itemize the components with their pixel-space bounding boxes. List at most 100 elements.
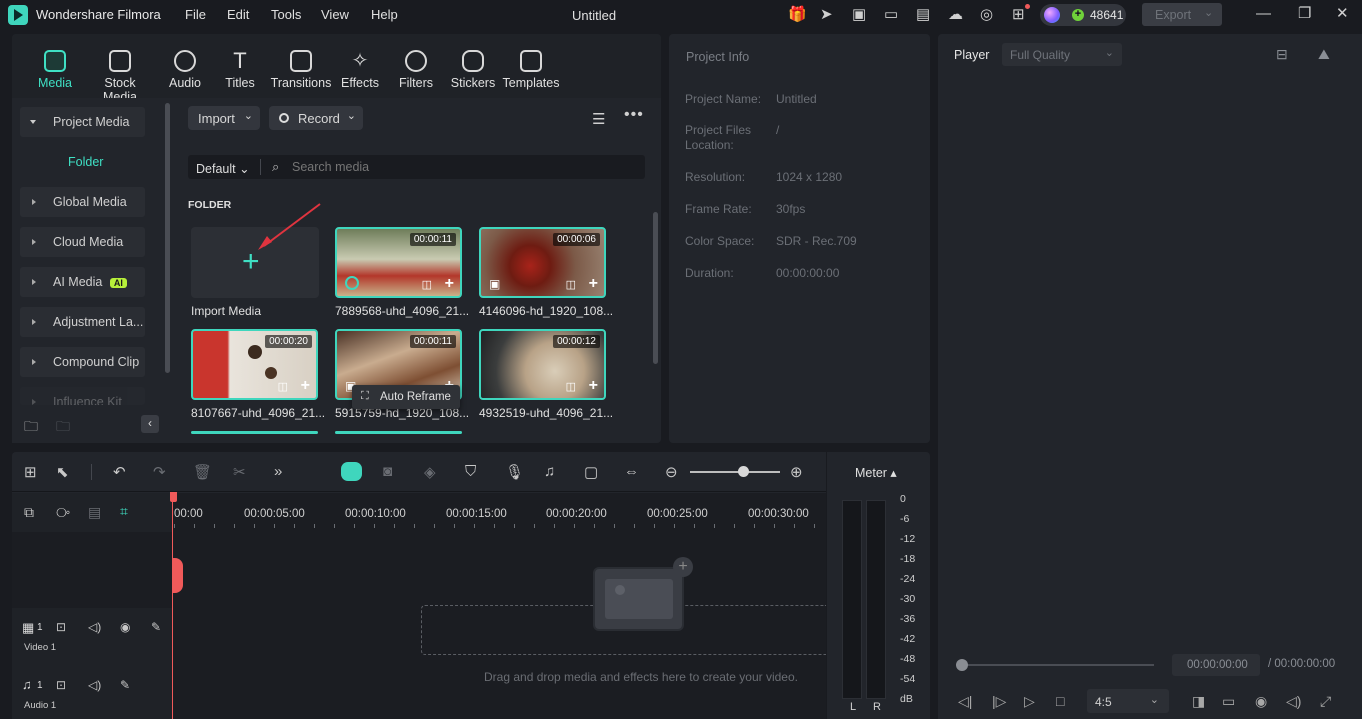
tab-transitions[interactable]: Transitions	[269, 50, 333, 90]
snapshot-icon[interactable]: ◉	[1255, 693, 1267, 710]
layout-icon[interactable]: ▭	[884, 7, 898, 23]
shield-icon[interactable]: ⛉	[465, 463, 476, 480]
add-to-timeline-icon[interactable]: +	[445, 276, 454, 292]
select-tool-icon[interactable]: ⬉	[56, 463, 69, 481]
folder-move-icon[interactable]: 🗀	[56, 416, 70, 440]
player-progress-handle[interactable]	[956, 659, 968, 671]
import-button[interactable]: Import ⌄	[188, 106, 260, 130]
restore-icon[interactable]: ❐	[1298, 6, 1311, 22]
playhead-grip[interactable]	[172, 558, 183, 593]
gift-icon[interactable]: 🎁	[788, 7, 807, 23]
cloud-upload-icon[interactable]: ☁	[948, 7, 963, 23]
zoom-slider-handle[interactable]	[738, 466, 749, 477]
undo-icon[interactable]: ↶	[113, 463, 126, 481]
media-thumbnail[interactable]: 00:00:12 ◫ +	[479, 329, 606, 400]
display-icon[interactable]: ▭	[1222, 693, 1235, 710]
menu-tools[interactable]: Tools	[271, 7, 301, 22]
tab-stickers[interactable]: Stickers	[441, 50, 505, 90]
next-frame-icon[interactable]: |▷	[992, 693, 1006, 710]
menu-view[interactable]: View	[321, 7, 349, 22]
save-icon[interactable]: ▤	[916, 7, 930, 23]
menu-edit[interactable]: Edit	[227, 7, 249, 22]
microphone-icon[interactable]: 🎙	[505, 463, 524, 481]
ai-camera-icon[interactable]: ◙	[383, 463, 392, 480]
aspect-ratio-dropdown[interactable]: 4:5 ⌄	[1087, 689, 1169, 713]
zoom-out-icon[interactable]: ⊖	[665, 463, 678, 481]
image-preview-icon[interactable]: ⛰	[1318, 46, 1330, 63]
sort-dropdown[interactable]: Default ⌄	[196, 161, 250, 176]
playhead-line[interactable]	[172, 493, 173, 719]
menu-help[interactable]: Help	[371, 7, 398, 22]
credits-pill[interactable]: + 48641	[1040, 4, 1126, 26]
magic-icon[interactable]: ✎	[120, 678, 130, 692]
previous-frame-icon[interactable]: ◁|	[958, 693, 972, 710]
quality-dropdown[interactable]: Full Quality ⌄	[1002, 43, 1122, 66]
sidebar-item-ai-media[interactable]: AI Media AI	[20, 267, 145, 297]
sidebar-item-project-media[interactable]: Project Media	[20, 107, 145, 137]
add-track-icon[interactable]: ⧉	[24, 504, 34, 521]
search-input[interactable]	[292, 157, 632, 177]
layout-grid-icon[interactable]: ⊞	[24, 463, 37, 481]
sidebar-item-global-media[interactable]: Global Media	[20, 187, 145, 217]
redo-icon[interactable]: ↷	[153, 463, 166, 481]
close-icon[interactable]: ✕	[1336, 6, 1349, 22]
add-to-timeline-icon[interactable]: +	[589, 276, 598, 292]
lock-icon[interactable]: ⊡	[56, 620, 66, 634]
add-to-timeline-icon[interactable]: +	[589, 378, 598, 394]
media-thumbnail[interactable]: 00:00:11 ◫ +	[335, 227, 462, 298]
mute-icon[interactable]: ◁)	[88, 678, 101, 692]
stop-icon[interactable]: □	[1056, 693, 1064, 709]
sidebar-item-influence-kit[interactable]: Influence Kit	[20, 387, 145, 405]
more-options-icon[interactable]: •••	[624, 106, 644, 124]
sidebar-item-folder[interactable]: Folder	[68, 155, 103, 169]
player-progress-track[interactable]	[962, 664, 1154, 666]
marker-icon[interactable]: ◨	[1192, 693, 1205, 710]
template-icon[interactable]: ▣	[852, 7, 866, 23]
sidebar-item-compound-clip[interactable]: Compound Clip	[20, 347, 145, 377]
current-time-field[interactable]: 00:00:00:00	[1172, 654, 1260, 676]
playhead-marker[interactable]	[170, 492, 177, 502]
add-to-timeline-icon[interactable]: +	[301, 378, 310, 394]
music-edit-icon[interactable]: ♫	[544, 463, 555, 480]
zoom-slider-track[interactable]	[690, 471, 780, 473]
grid-layout-icon[interactable]: ⊟	[1276, 46, 1288, 63]
tab-filters[interactable]: Filters	[384, 50, 448, 90]
record-button[interactable]: Record ⌄	[269, 106, 363, 130]
sidebar-item-cloud-media[interactable]: Cloud Media	[20, 227, 145, 257]
apps-icon[interactable]: ⊞	[1012, 7, 1025, 23]
auto-play-icon[interactable]: ◈	[424, 463, 436, 481]
cut-icon[interactable]: ✂	[233, 463, 246, 481]
send-icon[interactable]: ➤	[820, 7, 833, 23]
magic-icon[interactable]: ✎	[151, 620, 161, 634]
sidebar-scrollbar[interactable]	[165, 103, 170, 373]
minimize-icon[interactable]: —	[1256, 6, 1271, 22]
sidebar-item-adjustment-layer[interactable]: Adjustment La...	[20, 307, 145, 337]
screen-record-icon[interactable]: ▢	[584, 463, 598, 481]
filter-list-icon[interactable]: ☰	[592, 110, 605, 128]
media-thumbnail[interactable]: 00:00:06 ▣ ◫ +	[479, 227, 606, 298]
fullscreen-icon[interactable]: ⤢	[1320, 693, 1331, 710]
mute-icon[interactable]: ◁)	[88, 620, 101, 634]
menu-file[interactable]: File	[185, 7, 206, 22]
tab-media[interactable]: Media	[23, 50, 87, 90]
zoom-in-icon[interactable]: ⊕	[790, 463, 803, 481]
track-settings-icon[interactable]: ▤	[88, 504, 101, 521]
new-folder-icon[interactable]: 🗀	[24, 416, 38, 440]
ai-copilot-icon[interactable]	[341, 462, 362, 481]
lock-icon[interactable]: ⊡	[56, 678, 66, 692]
eye-icon[interactable]: ◉	[120, 620, 130, 634]
tab-stock-media[interactable]: Stock Media	[88, 50, 152, 104]
meter-title[interactable]: Meter ▴	[855, 465, 897, 480]
volume-icon[interactable]: ◁)	[1286, 693, 1301, 710]
more-tools-icon[interactable]: »	[274, 463, 282, 480]
tab-templates[interactable]: Templates	[499, 50, 563, 90]
fit-timeline-icon[interactable]: ⇔	[624, 463, 639, 480]
export-button[interactable]: Export ⌄	[1142, 3, 1222, 26]
tab-titles[interactable]: T Titles	[208, 50, 272, 91]
media-thumbnail[interactable]: 00:00:20 ◫ +	[191, 329, 318, 400]
headset-icon[interactable]: ◎	[980, 7, 993, 23]
delete-icon[interactable]: 🗑	[193, 463, 212, 481]
collapse-sidebar-button[interactable]: ‹	[141, 415, 159, 433]
media-scrollbar[interactable]	[653, 212, 658, 364]
tab-effects[interactable]: ✧ Effects	[328, 50, 392, 90]
